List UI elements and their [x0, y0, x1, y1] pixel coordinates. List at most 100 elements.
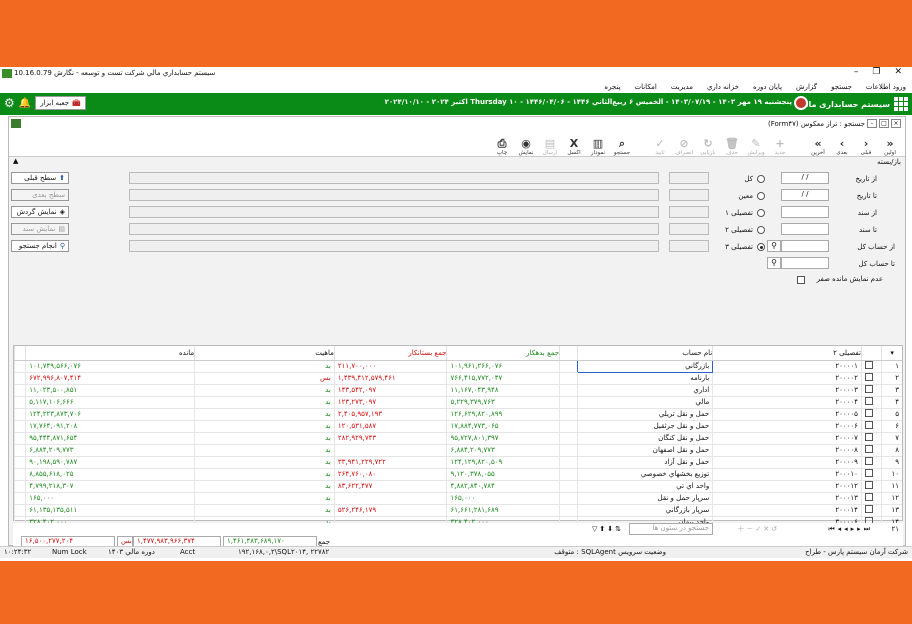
menu-window[interactable]: پنجره — [604, 83, 620, 91]
row-checkbox[interactable] — [860, 360, 882, 373]
level-radio-tafsili2[interactable] — [757, 226, 765, 234]
row-checkbox[interactable] — [860, 384, 882, 397]
checkbox-icon[interactable] — [864, 361, 873, 369]
menu-period-end[interactable]: پايان دوره — [753, 83, 782, 91]
zero-balance-checkbox[interactable] — [797, 276, 805, 284]
table-row[interactable]: ۵,۱۱۷,۱۰۶,۶۶۶ بد ۱۲۳,۲۷۳,۰۹۷ ۵,۲۲۹,۳۷۹,۷۶۳ م… — [13, 396, 902, 409]
toolbar-button-cancel[interactable]: ⊘ انصراف — [673, 132, 695, 156]
menu-tools[interactable]: امکانات — [635, 83, 657, 91]
form-maximize-button[interactable]: □ — [879, 119, 889, 128]
from-account-input[interactable] — [781, 240, 829, 252]
level-radio-tafsili3[interactable] — [757, 243, 765, 251]
table-row[interactable]: ۸,۸۵۵,۶۱۸,۰۲۵ بد ۲۶۴,۷۶۰,۰۸۰ ۹,۱۲۰,۳۷۸,۰۵۵ ت… — [13, 468, 902, 481]
toolbar-button-trash[interactable]: 🗑 حذف — [721, 132, 743, 156]
form-close-button[interactable]: × — [891, 119, 901, 128]
menu-search[interactable]: جستجو — [831, 83, 852, 91]
row-checkbox[interactable] — [860, 492, 882, 505]
toolbar-button-search[interactable]: ⌕ جستجو — [611, 132, 633, 156]
table-row[interactable]: ۹۵,۴۴۴,۸۷۱,۶۵۴ بد ۲۸۲,۹۲۹,۷۴۳ ۹۵,۷۲۷,۸۰۱,۳۹… — [13, 432, 902, 445]
grid-search-input[interactable]: جستجو در ستون ها — [629, 523, 713, 535]
section-header[interactable]: باز/بسته ▲ — [9, 157, 905, 167]
from-date-input[interactable]: / / — [781, 172, 829, 184]
table-row[interactable]: ۱۲۴,۲۲۳,۸۷۳,۷۰۶ بد ۲,۴۰۵,۹۵۷,۱۹۳ ۱۲۶,۶۲۹,۸۲… — [13, 408, 902, 421]
column-header-balance[interactable]: مانده — [25, 346, 195, 361]
binoculars-icon[interactable]: ⚲ — [767, 257, 781, 269]
to-doc-input[interactable] — [781, 223, 829, 235]
level-radio-kol[interactable] — [757, 175, 765, 183]
restore-button[interactable]: ❐ — [872, 67, 880, 77]
bell-icon[interactable]: 🔔 — [19, 98, 31, 109]
toolbar-button-print[interactable]: ⎙ چاپ — [491, 132, 513, 156]
row-checkbox[interactable] — [860, 468, 882, 481]
show-turnover-button[interactable]: ◈ نمایش گردش — [11, 206, 69, 218]
checkbox-icon[interactable] — [864, 445, 873, 453]
menu-management[interactable]: مديريت — [671, 83, 693, 91]
checkbox-icon[interactable] — [864, 385, 873, 393]
table-row[interactable]: ۶,۸۸۴,۲۰۹,۷۷۳ بد ۶,۸۸۴,۲۰۹,۷۷۳ حمل و نقل اص… — [13, 444, 902, 457]
checkbox-icon[interactable] — [864, 421, 873, 429]
row-checkbox[interactable] — [860, 408, 882, 421]
show-document-button[interactable]: ▤ نمایش سند — [11, 223, 69, 235]
gear-icon[interactable]: ⚙ — [4, 96, 15, 110]
row-checkbox[interactable] — [860, 396, 882, 409]
table-row[interactable]: ۱۱,۰۲۳,۵۰۰,۸۵۱ بد ۱۴۳,۵۴۲,۰۹۷ ۱۱,۱۶۷,۰۴۳,۹۴… — [13, 384, 902, 397]
menu-entry[interactable]: ورود اطلاعات — [866, 83, 906, 91]
menu-treasury[interactable]: خزانه داري — [707, 83, 739, 91]
column-header-tafsili2[interactable]: تفصیلی ۲ — [712, 346, 862, 361]
form-minimize-button[interactable]: - — [867, 119, 877, 128]
minimize-button[interactable]: – — [854, 67, 859, 77]
column-header-account-name[interactable]: نام حساب — [577, 346, 713, 361]
checkbox-icon[interactable] — [864, 457, 873, 465]
row-checkbox[interactable] — [860, 456, 882, 469]
toolbar-button-plus[interactable]: + جدید — [769, 132, 791, 156]
checkbox-icon[interactable] — [864, 433, 873, 441]
level-radio-tafsili1[interactable] — [757, 209, 765, 217]
table-row[interactable]: ۱۷,۷۶۴,۰۹۱,۲۰۸ بد ۱۲۰,۵۳۱,۵۸۷ ۱۷,۸۸۴,۷۷۳,۰۶… — [13, 420, 902, 433]
next-level-button[interactable]: سطح بعدی — [11, 189, 69, 201]
level-radio-moein[interactable] — [757, 192, 765, 200]
row-checkbox[interactable] — [860, 432, 882, 445]
row-checkbox[interactable] — [860, 480, 882, 493]
nav-buttons[interactable]: ⏮◂◂▸▸⏭ — [828, 525, 873, 534]
table-row[interactable]: ۱۶۵,۰۰۰ بد ۱۶۵,۰۰۰ سرپار حمل و نقل ۲۰۰۰۱۳ ۱۲ — [13, 492, 902, 505]
toolbar-button-eye[interactable]: ◉ نمایش — [515, 132, 537, 156]
to-date-input[interactable]: / / — [781, 189, 829, 201]
checkbox-icon[interactable] — [864, 505, 873, 513]
run-search-button[interactable]: ⚲ انجام جستجو — [11, 240, 69, 252]
table-row[interactable]: ۴,۷۹۹,۲۱۸,۳۰۷ بد ۸۳,۶۲۲,۴۷۷ ۴,۸۸۲,۸۴۰,۷۸۴ وا… — [13, 480, 902, 493]
row-checkbox[interactable] — [860, 372, 882, 385]
checkbox-icon[interactable] — [864, 481, 873, 489]
table-row[interactable]: ۶۱,۱۳۵,۱۳۵,۵۱۱ بد ۵۲۶,۲۴۶,۱۷۹ ۶۱,۶۶۱,۲۸۱,۶۸… — [13, 504, 902, 517]
table-row[interactable]: ۹۰,۱۹۸,۵۹۰,۷۸۷ بد ۳۳,۹۴۱,۲۲۹,۷۲۲ ۱۲۴,۱۲۹,۸۲… — [13, 456, 902, 469]
row-checkbox[interactable] — [860, 420, 882, 433]
toolbar-button-undo[interactable]: ↻ بازیابی — [697, 132, 719, 156]
from-doc-input[interactable] — [781, 206, 829, 218]
checkbox-icon[interactable] — [864, 493, 873, 501]
collapse-icon[interactable]: ▲ — [13, 157, 18, 165]
toolbar-button-first[interactable]: «اولین — [879, 132, 901, 156]
binoculars-icon[interactable]: ⚲ — [767, 240, 781, 252]
toolbar-button-chart[interactable]: ▥ نمودار — [587, 132, 609, 156]
table-row[interactable]: ۶۷۲,۹۹۶,۸۰۷,۴۱۴ بس ۱,۴۳۹,۴۱۲,۵۷۹,۴۶۱ ۷۶۶,۴۱… — [13, 372, 902, 385]
checkbox-icon[interactable] — [864, 469, 873, 477]
toolbar-button-prev[interactable]: ‹ قبلی — [855, 132, 877, 156]
checkbox-icon[interactable] — [864, 409, 873, 417]
toolbar-button-excel[interactable]: X اکسل — [563, 132, 585, 156]
select-all-checkbox[interactable] — [860, 346, 882, 361]
toolbar-button-next[interactable]: › بعدی — [831, 132, 853, 156]
to-account-input[interactable] — [781, 257, 829, 269]
menu-report[interactable]: گزارش — [796, 83, 817, 91]
previous-level-button[interactable]: ⬆ سطح قبلی — [11, 172, 69, 184]
checkbox-icon[interactable] — [864, 397, 873, 405]
apps-grid-icon[interactable] — [894, 97, 908, 111]
column-header-side[interactable]: ماهیت — [194, 346, 335, 361]
table-row[interactable]: ۱۰۱,۷۴۹,۵۶۶,۰۷۶ بد ۲۱۱,۷۰۰,۰۰۰ ۱۰۱,۹۶۱,۲۶۶,… — [13, 359, 902, 373]
filter-icons[interactable]: ▽⬆⬇⇅ — [592, 525, 623, 533]
column-header-credit[interactable]: جمع بستانکار — [333, 346, 447, 361]
toolbar-button-send[interactable]: ▤ ارسال — [539, 132, 561, 156]
close-button[interactable]: ✕ — [894, 67, 902, 77]
toolbar-button-last[interactable]: » آخرین — [807, 132, 829, 156]
toolbar-button-check[interactable]: ✓ تایید — [649, 132, 671, 156]
row-checkbox[interactable] — [860, 504, 882, 517]
row-checkbox[interactable] — [860, 444, 882, 457]
